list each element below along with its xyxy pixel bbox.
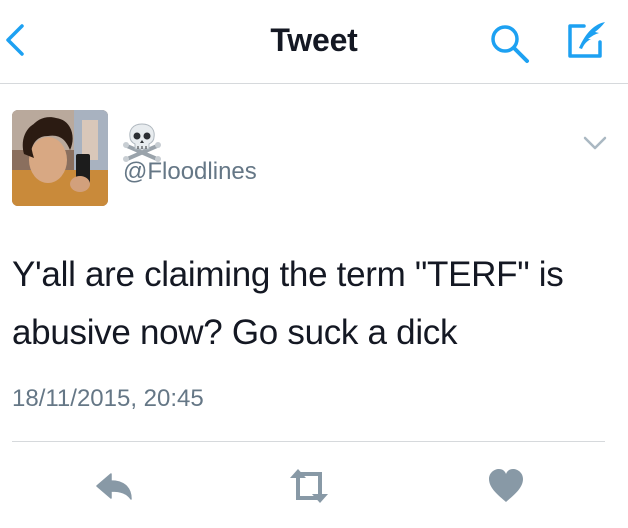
display-name[interactable] bbox=[122, 122, 162, 162]
skull-crossbones-emoji bbox=[123, 123, 161, 162]
divider bbox=[12, 441, 605, 442]
reply-icon bbox=[96, 473, 132, 500]
nav-bar: Tweet bbox=[0, 0, 628, 84]
retweet-button[interactable] bbox=[285, 466, 329, 506]
page-title: Tweet bbox=[270, 22, 358, 58]
search-button[interactable] bbox=[488, 22, 532, 66]
profile-photo bbox=[12, 110, 108, 206]
retweet-icon bbox=[290, 469, 328, 503]
reply-button[interactable] bbox=[93, 466, 137, 506]
search-icon bbox=[491, 25, 529, 63]
tweet-detail-screen: Tweet @Floodlines Y'all are claiming the… bbox=[0, 0, 628, 528]
tweet-timestamp: 18/11/2015, 20:45 bbox=[12, 385, 204, 412]
compose-icon bbox=[568, 22, 605, 58]
compose-tweet-button[interactable] bbox=[562, 18, 608, 64]
chevron-down-icon bbox=[583, 136, 607, 150]
tweet-options-button[interactable] bbox=[580, 128, 610, 158]
heart-icon bbox=[489, 469, 523, 502]
tweet-text: Y'all are claiming the term "TERF" is ab… bbox=[12, 255, 564, 352]
avatar[interactable] bbox=[12, 110, 108, 206]
like-button[interactable] bbox=[486, 466, 530, 506]
user-handle[interactable]: @Floodlines bbox=[123, 158, 257, 186]
